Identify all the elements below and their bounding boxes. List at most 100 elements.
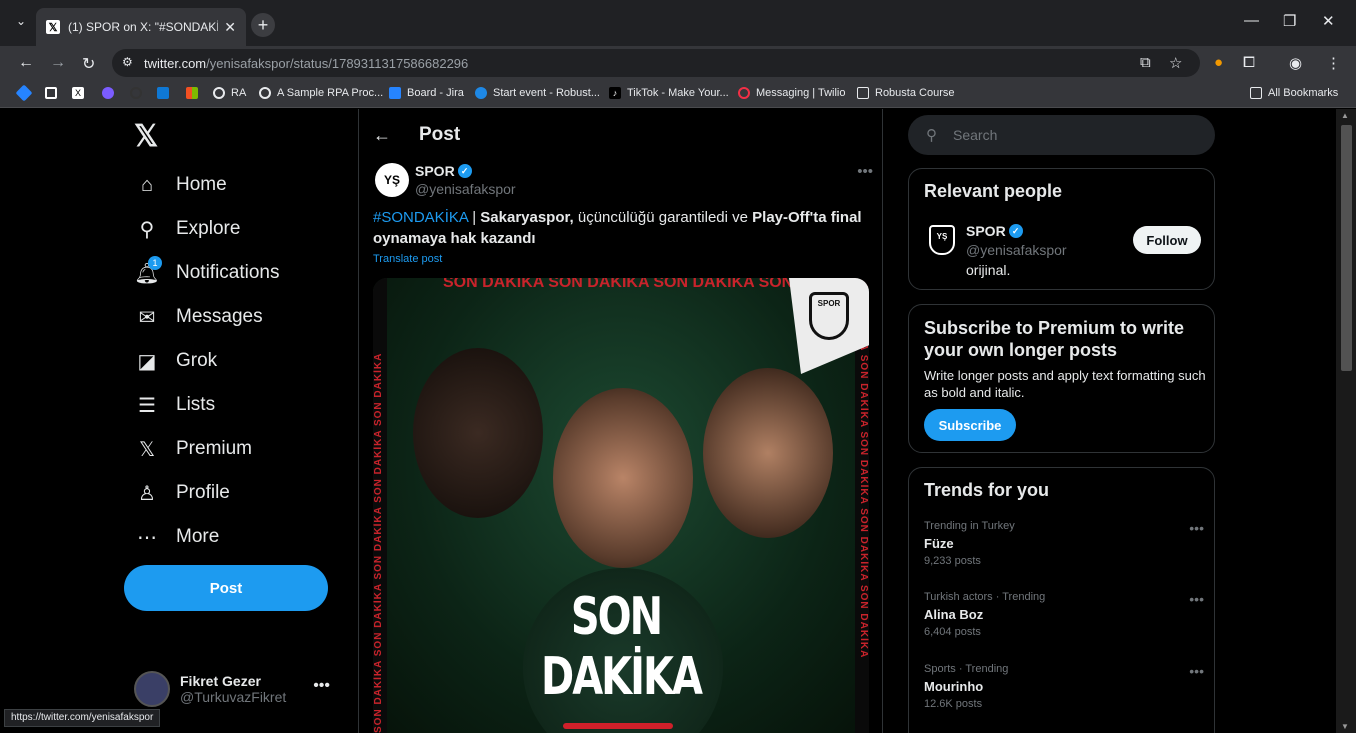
relevant-handle[interactable]: @yenisafakspor — [966, 242, 1067, 258]
sidebar-item-messages[interactable]: ✉ Messages — [134, 297, 263, 337]
relevant-bio: orijinal. — [966, 262, 1011, 278]
bookmark-ra[interactable]: RA — [213, 87, 246, 99]
bookmark-robusta[interactable]: Robusta Course — [857, 87, 955, 99]
more-dots-icon[interactable]: ••• — [1189, 663, 1204, 679]
minimize-icon[interactable]: — — [1244, 12, 1259, 29]
scroll-down-icon[interactable]: ▼ — [1341, 722, 1349, 731]
sidebar-item-lists[interactable]: ☰ Lists — [134, 385, 215, 425]
sidebar-item-label: Profile — [176, 482, 230, 503]
bookmark-label: Start event - Robust... — [493, 87, 600, 99]
close-window-icon[interactable]: ✕ — [1322, 12, 1335, 30]
folder-icon — [857, 87, 869, 99]
bookmark-label: A Sample RPA Proc... — [277, 87, 384, 99]
bookmark-start-event[interactable]: Start event - Robust... — [475, 87, 600, 99]
cloud-icon — [475, 87, 487, 99]
install-app-icon[interactable]: ⧉ — [1140, 54, 1151, 71]
trend-item[interactable]: Trending in Turkey Füze 9,233 posts ••• — [924, 520, 1204, 567]
page-title: Post — [419, 124, 461, 145]
tab-title: (1) SPOR on X: "#SONDAKİKA | — [68, 20, 218, 34]
bookmark-label: Messaging | Twilio — [756, 87, 846, 99]
post-button[interactable]: Post — [124, 565, 328, 611]
sidebar-item-grok[interactable]: ◪ Grok — [134, 341, 218, 381]
search-placeholder: Search — [953, 127, 998, 143]
jira-diamond-icon — [15, 84, 33, 102]
sidebar-item-more[interactable]: ⋯ More — [134, 517, 219, 557]
sidebar-item-label: More — [176, 526, 220, 547]
reload-icon[interactable]: ↻ — [82, 54, 95, 74]
translate-post-link[interactable]: Translate post — [373, 253, 442, 265]
author-avatar[interactable]: YŞ — [375, 163, 409, 197]
extension-icon[interactable]: ● — [1214, 54, 1223, 71]
more-dots-icon[interactable]: ••• — [313, 677, 330, 695]
bookmark-circle[interactable] — [130, 87, 148, 99]
bookmark-microsoft[interactable] — [186, 87, 204, 99]
search-input[interactable]: ⚲ Search — [908, 115, 1215, 155]
red-accent-bar — [563, 723, 673, 729]
microsoft-icon — [186, 87, 198, 99]
all-bookmarks[interactable]: All Bookmarks — [1250, 87, 1338, 99]
url-site: twitter.com — [144, 55, 207, 71]
more-dots-icon[interactable]: ••• — [857, 163, 873, 180]
bookmark-star-icon[interactable]: ☆ — [1169, 54, 1182, 72]
grok-icon: ◪ — [137, 350, 157, 373]
bookmark-rpa[interactable]: A Sample RPA Proc... — [259, 87, 383, 99]
page-scrollbar[interactable]: ▲ ▼ — [1336, 109, 1356, 733]
hashtag-link[interactable]: #SONDAKİKA — [373, 209, 468, 226]
bookmark-x[interactable]: X — [72, 87, 90, 99]
back-arrow-icon[interactable]: ← — [18, 54, 34, 72]
bookmark-board-jira[interactable]: Board - Jira — [389, 87, 464, 99]
trend-name: Füze — [924, 536, 954, 551]
tab-search-chevron-icon[interactable]: ⌄ — [16, 14, 26, 28]
bookmark-jira[interactable] — [15, 84, 36, 102]
bookmarks-bar: X RA A Sample RPA Proc... Board - Jira S… — [0, 80, 1356, 108]
relevant-name[interactable]: SPOR ✓ — [966, 223, 1023, 239]
forward-arrow-icon[interactable]: → — [50, 54, 66, 72]
bookmark-hexagon[interactable] — [102, 87, 120, 99]
sidebar-item-premium[interactable]: 𝕏 Premium — [134, 429, 252, 469]
browser-tab[interactable]: 𝕏 (1) SPOR on X: "#SONDAKİKA | ✕ — [36, 8, 246, 46]
list-icon: ☰ — [138, 394, 156, 417]
site-info-icon[interactable]: ⚙ — [122, 55, 133, 69]
back-arrow-icon[interactable]: ← — [373, 125, 391, 146]
extensions-puzzle-icon[interactable]: ⧠ — [1243, 54, 1255, 71]
browser-menu-icon[interactable]: ⋮ — [1326, 54, 1341, 72]
close-tab-icon[interactable]: ✕ — [224, 19, 236, 36]
subscribe-button[interactable]: Subscribe — [924, 409, 1016, 441]
more-dots-icon[interactable]: ••• — [1189, 591, 1204, 607]
account-switcher[interactable]: Fikret Gezer @TurkuvazFikret ••• — [134, 667, 344, 711]
bookmark-square[interactable] — [45, 87, 63, 99]
x-logo-icon[interactable]: 𝕏 — [134, 119, 158, 154]
new-tab-button[interactable]: + — [251, 13, 275, 37]
bookmark-outlook[interactable] — [157, 87, 175, 99]
circle-icon — [130, 87, 142, 99]
tweet-text: #SONDAKİKA | Sakaryaspor, üçüncülüğü gar… — [373, 207, 863, 249]
more-dots-icon[interactable]: ••• — [1189, 520, 1204, 536]
scrollbar-thumb[interactable] — [1341, 125, 1352, 371]
relevant-avatar[interactable]: YŞ — [929, 225, 955, 255]
profile-avatar-icon[interactable]: ◉ — [1289, 54, 1302, 72]
sidebar-item-home[interactable]: ⌂ Home — [134, 165, 227, 205]
bookmark-label: RA — [231, 87, 247, 99]
bookmark-label: TikTok - Make Your... — [627, 87, 729, 99]
tweet-image[interactable]: SON DAKİKA SON DAKİKA SON DAKİKA SON DAK… — [373, 278, 869, 733]
trend-item[interactable]: Sports · Trending Mourinho 12.6K posts •… — [924, 663, 1204, 710]
restore-icon[interactable]: ❐ — [1283, 12, 1296, 30]
scroll-up-icon[interactable]: ▲ — [1341, 111, 1349, 120]
bookmark-twilio[interactable]: Messaging | Twilio — [738, 87, 845, 99]
follow-button[interactable]: Follow — [1133, 226, 1201, 254]
premium-title: Subscribe to Premium to write your own l… — [924, 318, 1185, 360]
sidebar-item-explore[interactable]: ⚲ Explore — [134, 209, 241, 249]
trend-context: Trending in Turkey — [924, 520, 1015, 532]
premium-body: Write longer posts and apply text format… — [924, 368, 1206, 400]
relevant-people-card: Relevant people YŞ SPOR ✓ @yenisafakspor … — [908, 168, 1215, 290]
sidebar-item-notifications[interactable]: 🔔︎ 1 Notifications — [134, 253, 280, 293]
side-text-left: SON DAKİKA SON DAKİKA SON DAKİKA SON DAK… — [373, 278, 387, 733]
trends-card: Trends for you Trending in Turkey Füze 9… — [908, 467, 1215, 733]
sidebar-item-profile[interactable]: ♙ Profile — [134, 473, 230, 513]
sidebar-item-label: Home — [176, 174, 227, 195]
bookmark-tiktok[interactable]: ♪ TikTok - Make Your... — [609, 87, 729, 99]
author-name[interactable]: SPOR ✓ — [415, 163, 472, 179]
author-handle[interactable]: @yenisafakspor — [415, 181, 516, 197]
address-bar[interactable]: ⚙ twitter.com/yenisafakspor/status/17893… — [112, 49, 1200, 77]
trend-item[interactable]: Turkish actors · Trending Alina Boz 6,40… — [924, 591, 1204, 638]
